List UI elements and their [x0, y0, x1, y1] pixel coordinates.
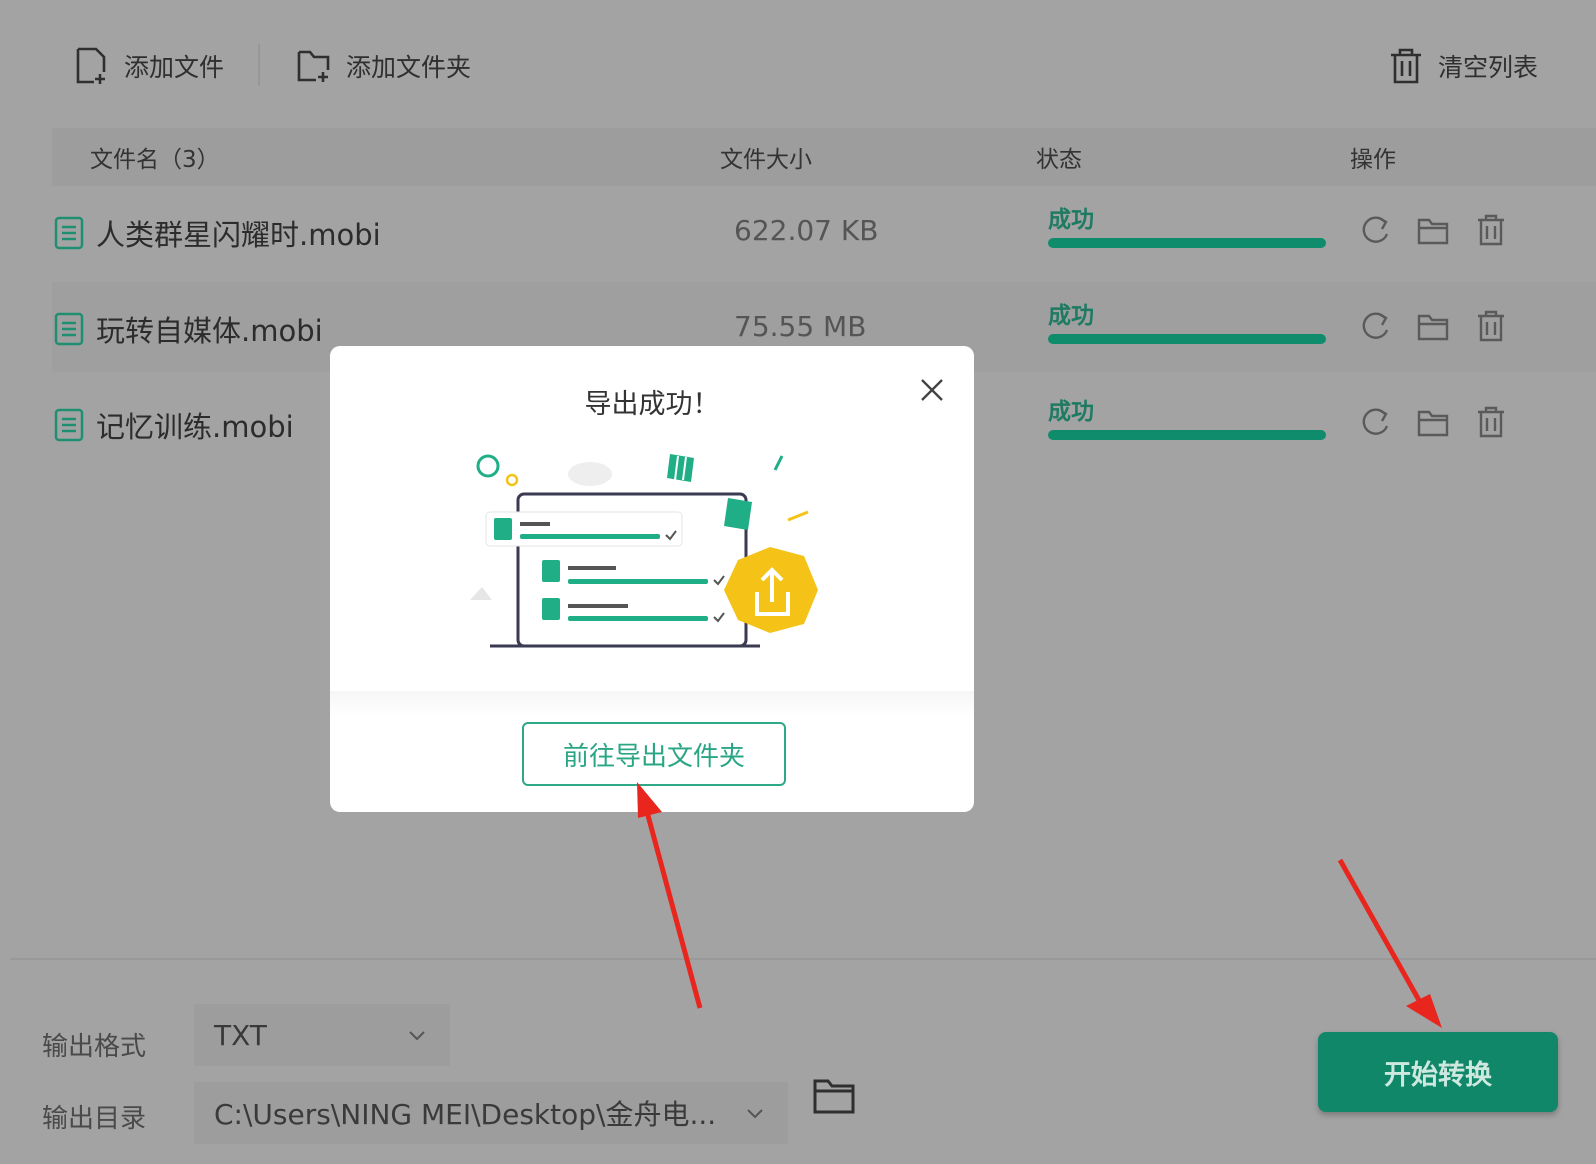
chevron-down-icon: [747, 1109, 763, 1119]
export-success-dialog: 导出成功！ 前往导出文件夹: [330, 346, 974, 812]
file-name: 玩转自媒体.mobi: [96, 314, 323, 348]
header-filename: 文件名（3）: [90, 147, 220, 173]
file-name: 人类群星闪耀时.mobi: [96, 218, 381, 252]
trash-icon[interactable]: [1474, 212, 1508, 248]
close-icon[interactable]: [918, 376, 946, 404]
output-format-select[interactable]: TXT: [194, 1004, 450, 1066]
start-convert-button[interactable]: 开始转换: [1318, 1032, 1558, 1112]
header-status: 状态: [1036, 147, 1082, 173]
trash-icon[interactable]: [1474, 308, 1508, 344]
output-dir-value: C:\Users\NING MEI\Desktop\金舟电...: [214, 1098, 717, 1131]
document-icon: [54, 216, 84, 250]
progress-bar: [1048, 238, 1326, 248]
arrowhead-start: [1406, 994, 1442, 1028]
add-folder-button[interactable]: 添加文件夹: [296, 38, 471, 94]
progress-bar: [1048, 430, 1326, 440]
chevron-down-icon: [409, 1031, 425, 1041]
status-text: 成功: [1048, 207, 1094, 233]
document-icon: [54, 408, 84, 442]
converter-window: 添加文件 添加文件夹 清空列表 文件名（3） 文件大小 状态 操作 人类群星闪耀…: [0, 0, 1596, 1164]
arrow-to-goto-button: [643, 807, 703, 1009]
status-text: 成功: [1048, 399, 1094, 425]
folder-icon[interactable]: [1416, 212, 1450, 248]
refresh-icon[interactable]: [1358, 404, 1392, 440]
file-list-header: 文件名（3） 文件大小 状态 操作: [52, 128, 1596, 186]
progress-bar: [1048, 334, 1326, 344]
toolbar-divider: [258, 44, 260, 86]
status-text: 成功: [1048, 303, 1094, 329]
goto-export-folder-button[interactable]: 前往导出文件夹: [522, 722, 786, 786]
trash-icon[interactable]: [1474, 404, 1508, 440]
add-file-icon: [76, 47, 106, 84]
folder-icon[interactable]: [1416, 308, 1450, 344]
folder-icon[interactable]: [1416, 404, 1450, 440]
document-icon: [54, 312, 84, 346]
refresh-icon[interactable]: [1358, 308, 1392, 344]
header-filesize: 文件大小: [720, 147, 812, 173]
table-row[interactable]: 人类群星闪耀时.mobi 622.07 KB 成功: [52, 186, 1596, 276]
add-file-label: 添加文件: [124, 53, 225, 82]
output-format-label: 输出格式: [42, 1032, 147, 1062]
add-folder-label: 添加文件夹: [346, 53, 472, 82]
browse-folder-icon[interactable]: [812, 1074, 856, 1116]
toolbar: 添加文件 添加文件夹 清空列表: [0, 0, 1596, 130]
dialog-divider: [330, 691, 974, 717]
output-format-value: TXT: [214, 1018, 267, 1052]
clear-list-label: 清空列表: [1438, 53, 1539, 82]
file-size: 622.07 KB: [734, 214, 879, 247]
add-file-button[interactable]: 添加文件: [74, 38, 224, 94]
export-success-illustration: [470, 454, 818, 648]
file-name: 记忆训练.mobi: [96, 410, 294, 444]
clear-list-button[interactable]: 清空列表: [1388, 38, 1538, 94]
output-dir-select[interactable]: C:\Users\NING MEI\Desktop\金舟电...: [194, 1082, 788, 1144]
header-actions: 操作: [1350, 147, 1396, 173]
refresh-icon[interactable]: [1358, 212, 1392, 248]
output-dir-label: 输出目录: [42, 1104, 147, 1134]
add-folder-icon: [297, 50, 330, 82]
file-size: 75.55 MB: [734, 310, 867, 343]
dialog-title: 导出成功！: [584, 389, 720, 420]
trash-icon: [1391, 48, 1421, 84]
arrow-to-start-button: [1337, 858, 1423, 1004]
bottom-divider: [10, 958, 1596, 960]
